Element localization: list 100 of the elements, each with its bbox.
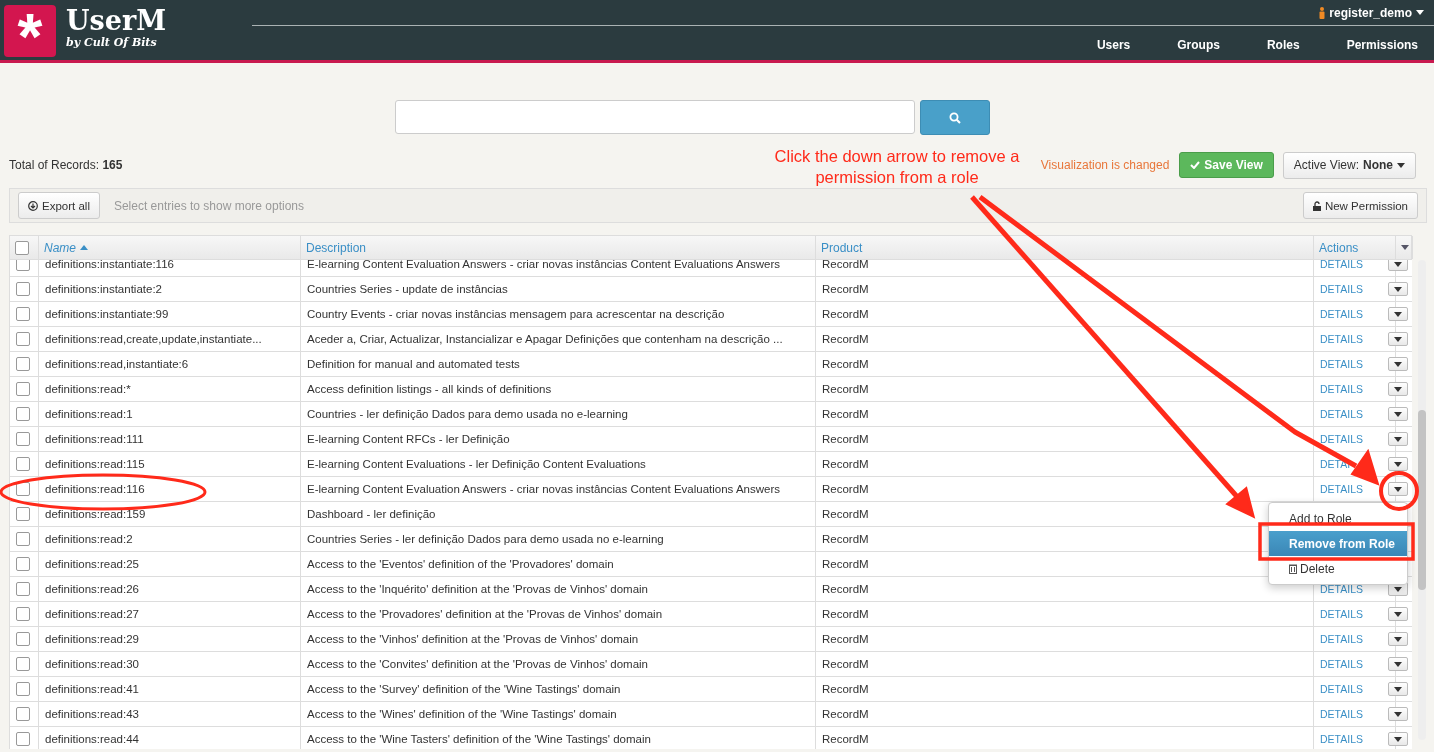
table-cell: Countries - ler definição Dados para demo usada no e-learning <box>307 408 628 420</box>
save-view-button[interactable]: Save View <box>1179 152 1274 178</box>
row-checkbox[interactable] <box>16 682 30 696</box>
row-actions-button[interactable] <box>1388 282 1408 296</box>
user-menu[interactable]: register_demo <box>1329 5 1412 20</box>
table-cell: RecordM <box>822 260 869 270</box>
download-icon <box>28 200 38 211</box>
row-actions-button[interactable] <box>1388 382 1408 396</box>
column-header[interactable]: Name <box>44 240 76 255</box>
details-link[interactable]: DETAILS <box>1320 733 1363 745</box>
details-link[interactable]: DETAILS <box>1320 658 1363 670</box>
details-link[interactable]: DETAILS <box>1320 358 1363 370</box>
row-checkbox[interactable] <box>16 332 30 346</box>
row-checkbox[interactable] <box>16 607 30 621</box>
row-checkbox[interactable] <box>16 260 30 271</box>
details-link[interactable]: DETAILS <box>1320 683 1363 695</box>
status-message: Visualization is changed <box>1040 158 1170 172</box>
row-actions-button[interactable] <box>1388 607 1408 621</box>
nav-link[interactable]: Permissions <box>1299 38 1418 52</box>
details-link[interactable]: DETAILS <box>1320 333 1363 345</box>
selection-hint: Select entries to show more options <box>113 198 305 213</box>
row-checkbox[interactable] <box>16 532 30 546</box>
select-all-checkbox[interactable] <box>15 240 29 255</box>
nav-link[interactable]: Groups <box>1130 38 1220 52</box>
row-actions-button[interactable] <box>1388 307 1408 321</box>
search-field[interactable] <box>394 100 915 134</box>
row-checkbox[interactable] <box>16 432 30 446</box>
details-link[interactable]: DETAILS <box>1320 433 1363 445</box>
row-actions-button[interactable] <box>1388 482 1408 496</box>
table-cell: definitions:read:159 <box>45 508 146 520</box>
row-checkbox[interactable] <box>16 457 30 471</box>
table-cell: Dashboard - ler definição <box>307 508 436 520</box>
caret-icon <box>1416 10 1424 15</box>
row-actions-button[interactable] <box>1388 260 1408 271</box>
active-view-dropdown[interactable]: Active View: None <box>1282 151 1416 179</box>
table-cell: RecordM <box>822 608 869 620</box>
nav-link[interactable]: Roles <box>1219 38 1300 52</box>
row-actions-button[interactable] <box>1388 632 1408 646</box>
row-actions-button[interactable] <box>1388 357 1408 371</box>
trash-icon <box>1289 563 1297 574</box>
row-checkbox[interactable] <box>16 732 30 746</box>
table-cell: definitions:read:1 <box>45 408 133 420</box>
details-link[interactable]: DETAILS <box>1320 308 1363 320</box>
row-actions-button[interactable] <box>1388 432 1408 446</box>
row-actions-button[interactable] <box>1388 332 1408 346</box>
details-link[interactable]: DETAILS <box>1320 408 1363 420</box>
details-link[interactable]: DETAILS <box>1320 383 1363 395</box>
table-cell: E-learning Content RFCs - ler Definição <box>307 433 510 445</box>
row-checkbox[interactable] <box>16 382 30 396</box>
export-button[interactable]: Export all <box>18 192 100 219</box>
nav-link[interactable]: Users <box>1049 38 1131 52</box>
table-cell: RecordM <box>822 508 869 520</box>
details-link[interactable]: DETAILS <box>1320 708 1363 720</box>
row-actions-button[interactable] <box>1388 457 1408 471</box>
details-link[interactable]: DETAILS <box>1320 583 1363 595</box>
column-header[interactable]: Product <box>821 240 863 255</box>
menu-item[interactable]: Delete <box>1269 556 1407 581</box>
table-cell: definitions:read:2 <box>45 533 133 545</box>
table-cell: Countries Series - update de instâncias <box>307 283 508 295</box>
table-cell: definitions:read,instantiate:6 <box>45 358 189 370</box>
search-button[interactable] <box>919 100 990 135</box>
row-checkbox[interactable] <box>16 307 30 321</box>
row-checkbox[interactable] <box>16 507 30 521</box>
row-actions-button[interactable] <box>1388 407 1408 421</box>
table-cell: definitions:instantiate:99 <box>45 308 169 320</box>
details-link[interactable]: DETAILS <box>1320 633 1363 645</box>
scrollbar[interactable] <box>1417 260 1427 740</box>
row-checkbox[interactable] <box>16 557 30 571</box>
details-link[interactable]: DETAILS <box>1320 483 1363 495</box>
row-actions-button[interactable] <box>1388 682 1408 696</box>
app-name: UserM <box>66 6 167 36</box>
row-checkbox[interactable] <box>16 707 30 721</box>
column-header[interactable]: Description <box>306 240 367 255</box>
menu-item[interactable]: Add to Role <box>1269 506 1407 531</box>
column-header[interactable]: Actions <box>1319 240 1359 255</box>
details-link[interactable]: DETAILS <box>1320 608 1363 620</box>
table-cell: RecordM <box>822 583 869 595</box>
table-cell: RecordM <box>822 333 869 345</box>
caret-icon <box>1394 361 1402 367</box>
row-checkbox[interactable] <box>16 407 30 421</box>
details-link[interactable]: DETAILS <box>1320 283 1363 295</box>
table-cell: RecordM <box>822 408 869 420</box>
row-actions-button[interactable] <box>1388 707 1408 721</box>
table-cell: RecordM <box>822 733 869 745</box>
menu-item[interactable]: Remove from Role <box>1269 531 1407 556</box>
table-cell: RecordM <box>822 633 869 645</box>
row-checkbox[interactable] <box>16 657 30 671</box>
row-checkbox[interactable] <box>16 282 30 296</box>
table-cell: definitions:read:26 <box>45 583 139 595</box>
row-checkbox[interactable] <box>16 632 30 646</box>
caret-icon[interactable] <box>1401 245 1409 250</box>
caret-icon <box>1394 611 1402 617</box>
details-link[interactable]: DETAILS <box>1320 260 1363 270</box>
row-actions-button[interactable] <box>1388 657 1408 671</box>
row-checkbox[interactable] <box>16 357 30 371</box>
caret-icon <box>1394 286 1402 292</box>
search-icon <box>948 111 961 124</box>
row-actions-button[interactable] <box>1388 732 1408 746</box>
row-checkbox[interactable] <box>16 582 30 596</box>
new-permission-button[interactable]: New Permission <box>1302 192 1418 219</box>
